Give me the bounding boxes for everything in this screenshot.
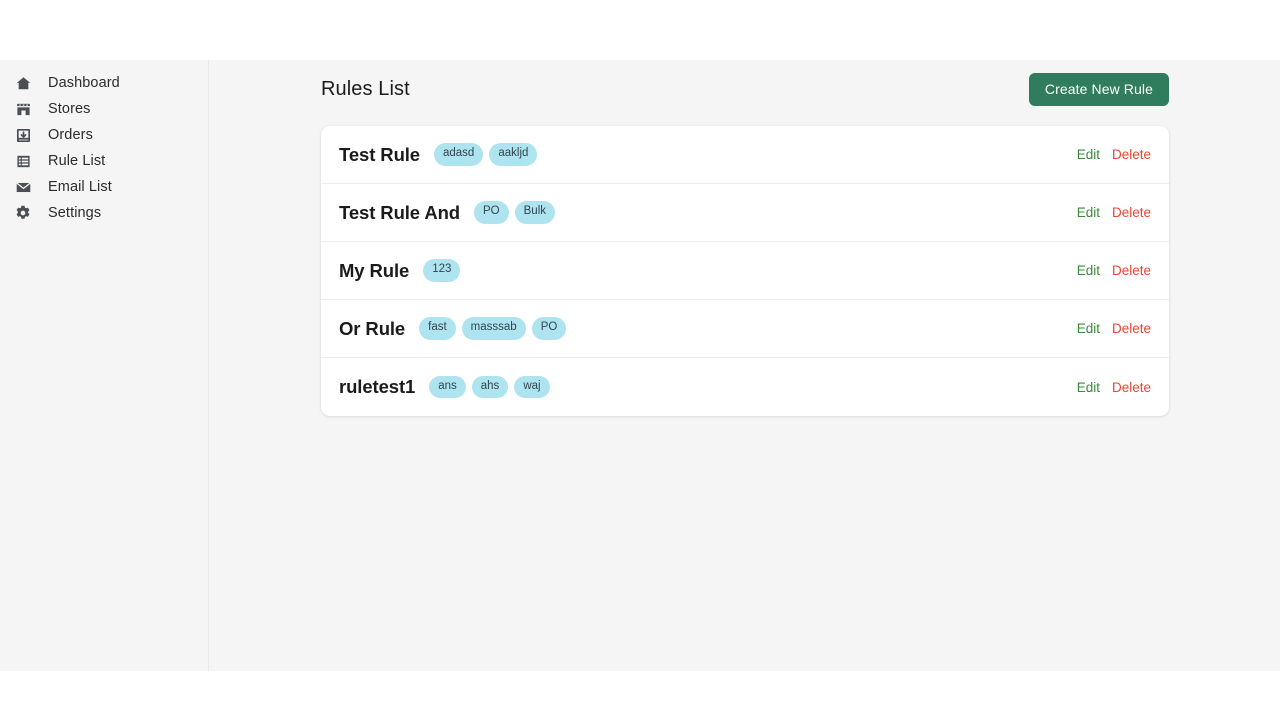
rule-tag: ahs (471, 375, 509, 399)
table-row[interactable]: ruletest1 ans ahs waj Edit Delete (321, 358, 1169, 416)
edit-button[interactable]: Edit (1077, 263, 1100, 278)
rule-tag: 123 (423, 259, 461, 282)
rule-tag: Bulk (514, 201, 556, 224)
edit-button[interactable]: Edit (1077, 380, 1100, 395)
create-new-rule-button[interactable]: Create New Rule (1028, 72, 1169, 106)
rule-tag: PO (474, 201, 509, 224)
sidebar-item-label: Stores (48, 100, 91, 117)
rule-name: Test Rule (339, 143, 420, 165)
tag-list: PO Bulk (474, 201, 556, 224)
list-icon (14, 152, 32, 170)
tag-list: fast masssab PO (419, 317, 567, 340)
tag-list: ans ahs waj (429, 375, 550, 399)
sidebar-item-email-list[interactable]: Email List (0, 174, 208, 200)
rule-name: Or Rule (339, 317, 406, 339)
rule-name: My Rule (339, 259, 410, 281)
sidebar-item-label: Dashboard (48, 74, 120, 91)
edit-button[interactable]: Edit (1077, 321, 1100, 336)
rule-tag: adasd (434, 143, 484, 166)
row-actions: Edit Delete (1077, 380, 1151, 395)
home-icon (14, 74, 32, 92)
sidebar-item-rule-list[interactable]: Rule List (0, 148, 208, 174)
sidebar-item-label: Email List (48, 178, 112, 195)
sidebar-item-dashboard[interactable]: Dashboard (0, 70, 208, 96)
sidebar-item-label: Orders (48, 126, 93, 143)
sidebar-item-settings[interactable]: Settings (0, 200, 208, 226)
sidebar-item-stores[interactable]: Stores (0, 96, 208, 122)
sidebar-item-label: Rule List (48, 152, 106, 169)
rule-info: Or Rule fast masssab PO (339, 317, 1077, 340)
inbox-download-icon (14, 126, 32, 144)
row-actions: Edit Delete (1077, 205, 1151, 220)
delete-button[interactable]: Delete (1112, 321, 1151, 336)
page-title: Rules List (321, 77, 410, 100)
rules-list-card: Test Rule adasd aakljd Edit Delete Test … (321, 126, 1169, 416)
rule-info: Test Rule And PO Bulk (339, 201, 1077, 224)
gear-icon (14, 204, 32, 222)
rule-tag: PO (531, 317, 567, 340)
rule-name: Test Rule And (339, 201, 461, 223)
edit-button[interactable]: Edit (1077, 147, 1100, 162)
delete-button[interactable]: Delete (1112, 205, 1151, 220)
table-row[interactable]: Or Rule fast masssab PO Edit Delete (321, 300, 1169, 358)
rule-tag: ans (429, 375, 466, 399)
main-content: Rules List Create New Rule Test Rule ada… (209, 60, 1280, 671)
tag-list: adasd aakljd (434, 143, 538, 166)
store-icon (14, 100, 32, 118)
table-row[interactable]: Test Rule adasd aakljd Edit Delete (321, 126, 1169, 184)
sidebar-item-orders[interactable]: Orders (0, 122, 208, 148)
delete-button[interactable]: Delete (1112, 263, 1151, 278)
delete-button[interactable]: Delete (1112, 147, 1151, 162)
delete-button[interactable]: Delete (1112, 380, 1151, 395)
sidebar: Dashboard Stores Orders Rule List Email … (0, 60, 209, 671)
sidebar-item-label: Settings (48, 204, 102, 221)
rule-info: ruletest1 ans ahs waj (339, 375, 1077, 399)
table-row[interactable]: My Rule 123 Edit Delete (321, 242, 1169, 300)
envelope-icon (14, 178, 32, 196)
rule-tag: fast (419, 317, 456, 340)
rule-info: My Rule 123 (339, 259, 1077, 282)
row-actions: Edit Delete (1077, 147, 1151, 162)
rule-name: ruletest1 (339, 376, 416, 397)
tag-list: 123 (423, 259, 461, 282)
rule-tag: waj (514, 375, 550, 399)
rule-tag: aakljd (489, 143, 538, 166)
row-actions: Edit Delete (1077, 263, 1151, 278)
rule-info: Test Rule adasd aakljd (339, 143, 1077, 166)
page-header: Rules List Create New Rule (321, 70, 1169, 108)
row-actions: Edit Delete (1077, 321, 1151, 336)
edit-button[interactable]: Edit (1077, 205, 1100, 220)
app-frame: Dashboard Stores Orders Rule List Email … (0, 60, 1280, 671)
rule-tag: masssab (461, 317, 526, 340)
table-row[interactable]: Test Rule And PO Bulk Edit Delete (321, 184, 1169, 242)
